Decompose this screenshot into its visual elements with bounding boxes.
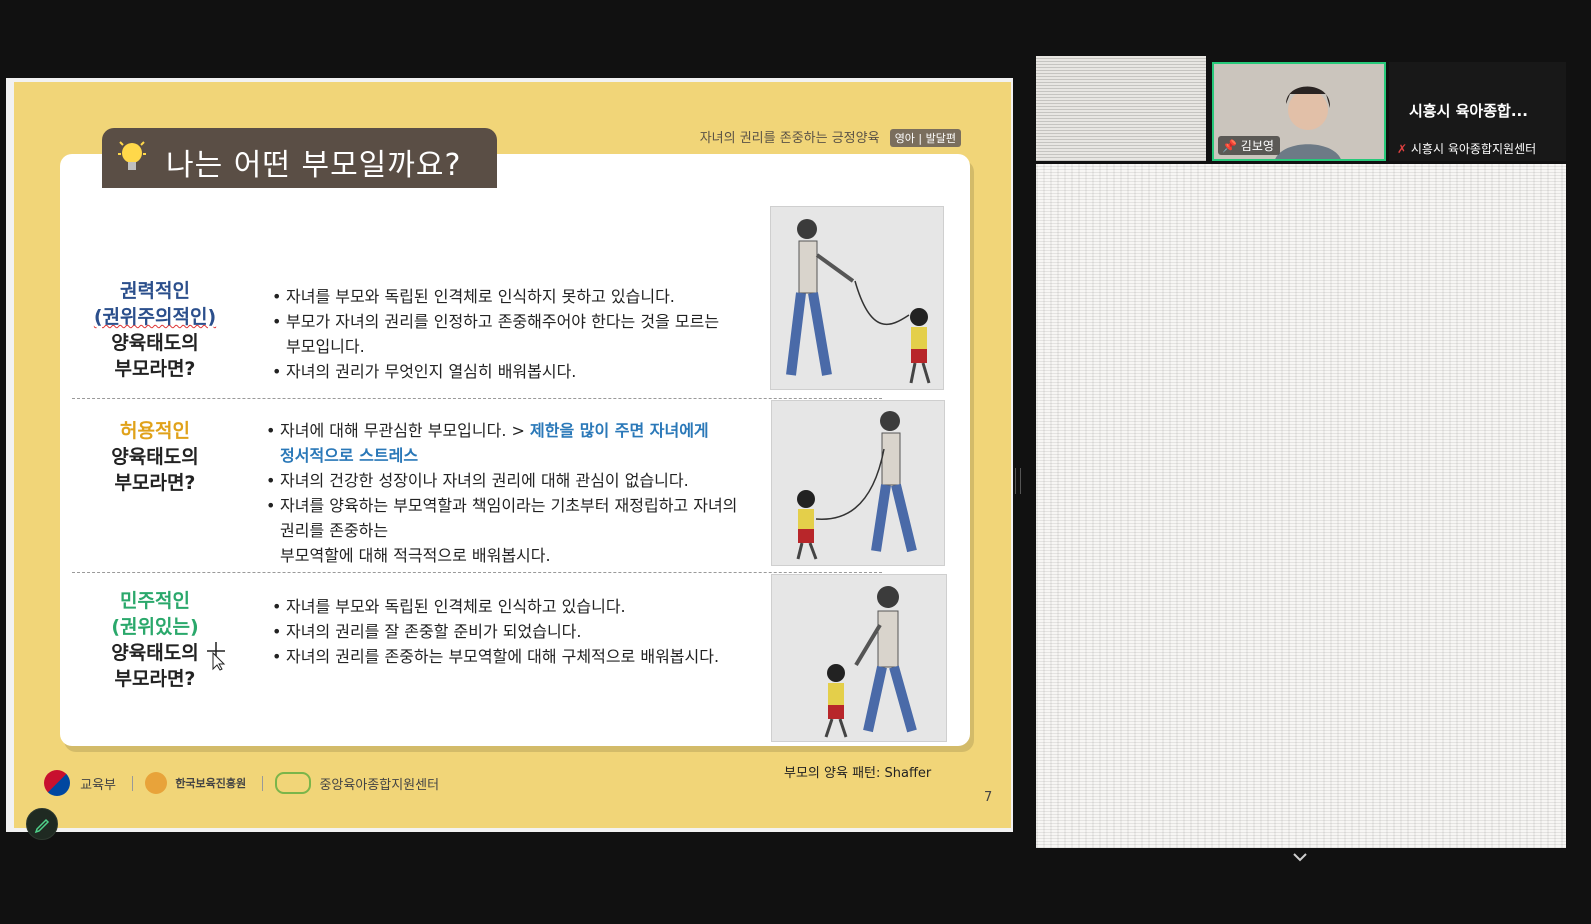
participant-panel: 📌 김보영 시흥시 육아종합... ✗ 시흥시 육아종합지원센터 [1036,56,1566,848]
illustration-holding-hands [771,574,947,742]
label-line: 부모라면? [114,358,196,380]
label-line: 권력적인 [120,280,190,302]
active-speaker-tile[interactable]: 📌 김보영 [1212,62,1386,161]
bullet-item: 부모가 자녀의 권리를 인정하고 존중해주어야 한다는 것을 모르는 [272,309,719,334]
logo-text: 교육부 [80,777,117,793]
highlight-text: 제한을 많이 주면 자녀에게 [530,421,709,440]
participant-tile-label: ✗ 시흥시 육아종합지원센터 [1397,140,1536,157]
bullet-continuation: 부모입니다. [286,337,365,356]
logo-text: 한국보육진흥원 [175,777,247,790]
footer-logos: 교육부 한국보육진흥원 중앙육아종합지원센터 [44,770,439,796]
screen-share-thumbnail [1036,164,1566,848]
logo-text: 중앙육아종합지원센터 [319,777,440,793]
center-logo [275,772,312,794]
participant-name-tile[interactable]: 시흥시 육아종합... ✗ 시흥시 육아종합지원센터 [1389,62,1566,161]
label-line: 양육태도의 [111,446,199,468]
bullet-item: 자녀의 권리를 잘 존중할 준비가 되었습니다. [272,619,719,644]
label-line: 부모라면? [114,472,196,494]
row-divider [72,398,882,399]
pin-icon: 📌 [1222,139,1237,153]
moe-logo [44,770,70,796]
row-divider [72,572,882,573]
bullet-continuation: 권리를 존중하는 [280,521,389,540]
annotate-button[interactable] [26,808,58,840]
page-number: 7 [984,790,993,805]
bullet-item: 자녀를 부모와 독립된 인격체로 인식하고 있습니다. [272,594,719,619]
pencil-icon [34,818,50,834]
slide-title-tab: 나는 어떤 부모일까요? [102,128,497,188]
bullet-item: 자녀의 권리를 존중하는 부모역할에 대해 구체적으로 배워봅시다. [272,644,719,669]
move-cursor-icon [207,642,226,671]
bullets-permissive: 자녀에 대해 무관심한 부모입니다. > 제한을 많이 주면 자녀에게 정서적으… [266,418,737,568]
bullet-item: 자녀에 대해 무관심한 부모입니다. > 제한을 많이 주면 자녀에게 [266,418,737,443]
label-permissive: 허용적인 양육태도의 부모라면? [70,418,240,496]
kcpi-logo [145,772,168,794]
label-democratic: 민주적인 (권위있는) 양육태도의 부모라면? [70,588,240,692]
panel-splitter[interactable] [1015,468,1021,494]
slide-title: 나는 어떤 부모일까요? [166,148,462,183]
subtitle-text: 자녀의 권리를 존중하는 긍정양육 [699,131,880,146]
bullet-continuation: 부모역할에 대해 적극적으로 배워봅시다. [280,546,551,565]
mic-muted-icon: ✗ [1397,142,1408,156]
content-card: 권력적인 (권위주의적인) 양육태도의 부모라면? 자녀를 부모와 독립된 인격… [60,154,970,746]
slide-caption: 부모의 양육 패턴: Shaffer [784,766,932,781]
label-line: 민주적인 [120,590,190,612]
participant-name: 시흥시 육아종합지원센터 [1410,142,1537,156]
illustration-leash-child-leading [771,400,945,566]
bullet-item: 자녀를 양육하는 부모역할과 책임이라는 기초부터 재정립하고 자녀의 [266,493,737,518]
bullet-item: 자녀의 건강한 성장이나 자녀의 권리에 대해 관심이 없습니다. [266,468,737,493]
bullets-democratic: 자녀를 부모와 독립된 인격체로 인식하고 있습니다. 자녀의 권리를 잘 존중… [272,594,719,669]
shared-screen: 자녀의 권리를 존중하는 긍정양육 영아 | 발달편 권력적인 (권위주의적인)… [6,78,1013,832]
label-line: 양육태도의 [111,332,199,354]
label-line: 허용적인 [120,420,190,442]
bullet-item: 자녀를 부모와 독립된 인격체로 인식하지 못하고 있습니다. [272,284,719,309]
speaker-name: 김보영 [1240,139,1274,153]
lightbulb-icon [118,141,146,170]
bullets-authoritarian: 자녀를 부모와 독립된 인격체로 인식하지 못하고 있습니다. 부모가 자녀의 … [272,284,719,384]
participant-tile-title: 시흥시 육아종합... [1409,102,1528,120]
speaker-name-badge: 📌 김보영 [1218,136,1280,155]
label-line: (권위있는) [111,616,199,638]
bullet-item: 자녀의 권리가 무엇인지 열심히 배워봅시다. [272,359,719,384]
participant-thumbnail[interactable] [1036,56,1206,161]
illustration-leash-parent-leading [770,206,944,390]
bullet-text: 자녀에 대해 무관심한 부모입니다. > [280,421,531,440]
highlight-text: 정서적으로 스트레스 [280,446,419,465]
subtitle-tag: 영아 | 발달편 [889,129,961,147]
slide-subtitle: 자녀의 권리를 존중하는 긍정양육 영아 | 발달편 [700,127,961,147]
label-line: (권위주의적인) [93,306,217,328]
label-authoritarian: 권력적인 (권위주의적인) 양육태도의 부모라면? [70,278,240,382]
chevron-down-icon[interactable] [1292,852,1308,862]
slide: 자녀의 권리를 존중하는 긍정양육 영아 | 발달편 권력적인 (권위주의적인)… [14,82,1011,828]
